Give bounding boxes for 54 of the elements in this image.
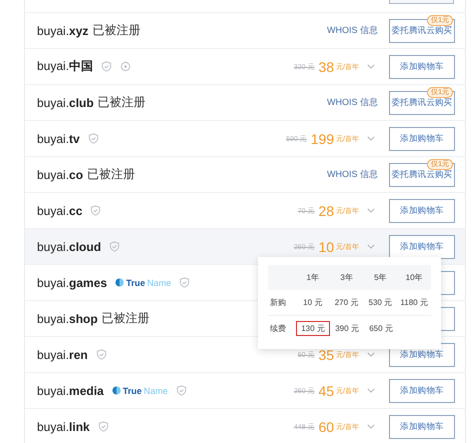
domain-name: buyai.cc: [37, 204, 82, 218]
domain-name: buyai.cloud: [37, 240, 102, 254]
status-text: 已被注册: [98, 94, 146, 111]
price: 10: [318, 238, 334, 254]
column-header: 10年: [404, 272, 424, 283]
whois-link[interactable]: WHOIS 信息: [327, 168, 378, 181]
whois-link[interactable]: WHOIS 信息: [327, 96, 378, 109]
price-cell-text: 1180 元: [399, 297, 429, 309]
domain-name: buyai.club: [37, 96, 94, 110]
price-cell: 130 元: [296, 321, 330, 336]
price: 60: [318, 418, 334, 434]
status-text: 已被注册: [102, 310, 150, 327]
domain-name: buyai.games: [37, 276, 108, 290]
price-cell-text: 650 元: [368, 323, 394, 335]
row-label: 续费: [269, 323, 287, 334]
domain-name: buyai.shop: [37, 312, 98, 326]
chevron-down-icon[interactable]: [367, 388, 375, 393]
truename-badge: True Name: [112, 386, 168, 396]
add-to-cart-button[interactable]: 添加购物车: [389, 414, 455, 438]
chevron-down-icon[interactable]: [367, 136, 375, 141]
truename-badge: True Name: [115, 278, 172, 288]
add-to-cart-button[interactable]: 添加购物车: [389, 234, 455, 258]
price: 35: [318, 346, 334, 362]
add-to-cart-button[interactable]: 添加购物车: [389, 198, 455, 222]
price-cell-text: 270 元: [334, 297, 360, 309]
chevron-down-icon[interactable]: [367, 244, 375, 249]
domain-name: buyai.ren: [37, 348, 88, 362]
chevron-down-icon[interactable]: [367, 208, 375, 213]
row-label: 新购: [269, 297, 287, 308]
column-header: 1年: [306, 272, 320, 283]
domain-name: buyai.中国: [37, 58, 94, 75]
whois-link[interactable]: WHOIS 信息: [327, 24, 378, 37]
status-text: 已被注册: [92, 22, 140, 39]
column-header: 5年: [373, 272, 388, 283]
domain-name: buyai.link: [37, 420, 90, 434]
price: 199: [310, 130, 334, 146]
price: 38: [318, 58, 334, 74]
domain-name: buyai.co: [37, 168, 84, 182]
price: 45: [318, 382, 334, 398]
domain-name: buyai.media: [37, 384, 104, 398]
column-header: 3年: [339, 272, 354, 283]
add-to-cart-button[interactable]: 添加购物车: [389, 54, 455, 78]
chevron-down-icon[interactable]: [367, 352, 375, 357]
add-to-cart-button[interactable]: 添加购物车: [389, 378, 455, 402]
chevron-down-icon[interactable]: [367, 64, 375, 69]
status-text: 已被注册: [87, 166, 136, 183]
price-cell-text: 530 元: [368, 297, 394, 309]
price-cell-text: 390 元: [334, 323, 360, 335]
domain-name: buyai.tv: [37, 132, 80, 146]
price-cell-text: 10 元: [302, 297, 324, 309]
domain-name: buyai.xyz: [37, 24, 88, 38]
add-to-cart-button[interactable]: 添加购物车: [389, 126, 455, 150]
price: 28: [318, 202, 334, 218]
chevron-down-icon[interactable]: [367, 424, 375, 429]
